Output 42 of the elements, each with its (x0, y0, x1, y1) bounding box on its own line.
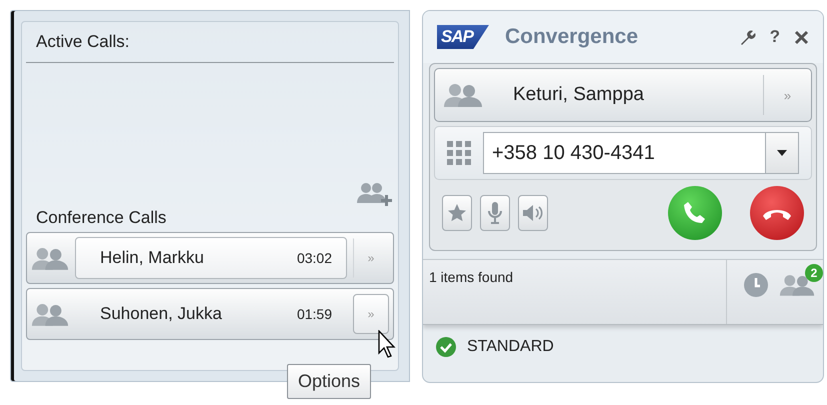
presence-status[interactable]: STANDARD (467, 338, 554, 356)
tooltip: Options (287, 364, 372, 399)
speaker-icon (522, 204, 544, 222)
phone-number-field[interactable]: +358 10 430-4341 (483, 132, 765, 174)
call-entry[interactable]: Suhonen, Jukka 01:59 (75, 293, 347, 335)
help-button[interactable]: ? (770, 27, 780, 47)
cursor-icon (378, 330, 396, 358)
settings-button[interactable] (740, 29, 756, 45)
keypad-icon[interactable] (447, 141, 471, 165)
people-icon (31, 246, 69, 270)
phone-icon (682, 200, 708, 226)
contact-name: Keturi, Samppa (512, 84, 645, 106)
app-title: Convergence (504, 25, 640, 49)
microphone-button[interactable] (480, 195, 510, 231)
people-icon (31, 302, 69, 326)
add-people-icon[interactable] (356, 182, 394, 206)
star-icon (447, 203, 467, 223)
notification-badge: 2 (805, 264, 823, 282)
call-entry[interactable]: Helin, Markku 03:02 (75, 237, 347, 279)
hang-up-button[interactable] (750, 186, 804, 240)
section-label: Conference Calls (35, 208, 168, 229)
close-icon (794, 30, 809, 44)
search-result-text: 1 items found (428, 268, 514, 287)
call-row[interactable]: Helin, Markku 03:02 » (26, 232, 394, 284)
call-duration: 03:02 (296, 250, 332, 266)
call-button[interactable] (668, 186, 722, 240)
call-row[interactable]: Suhonen, Jukka 01:59 » (26, 288, 394, 340)
people-icon (443, 83, 483, 107)
clock-icon[interactable] (743, 272, 769, 298)
contact-card[interactable]: Keturi, Samppa » (434, 68, 812, 122)
speaker-button[interactable] (518, 195, 548, 231)
favorite-button[interactable] (442, 195, 472, 231)
caller-name: Suhonen, Jukka (100, 304, 223, 324)
caller-name: Helin, Markku (100, 248, 205, 268)
call-duration: 01:59 (296, 306, 332, 322)
dropdown-arrow-icon[interactable] (777, 150, 787, 156)
panel-title: Active Calls: (26, 22, 394, 63)
close-button[interactable] (794, 30, 809, 44)
microphone-icon (488, 201, 502, 225)
logo: SAP (437, 25, 489, 49)
wrench-icon (740, 29, 756, 45)
check-status-icon (435, 336, 457, 358)
